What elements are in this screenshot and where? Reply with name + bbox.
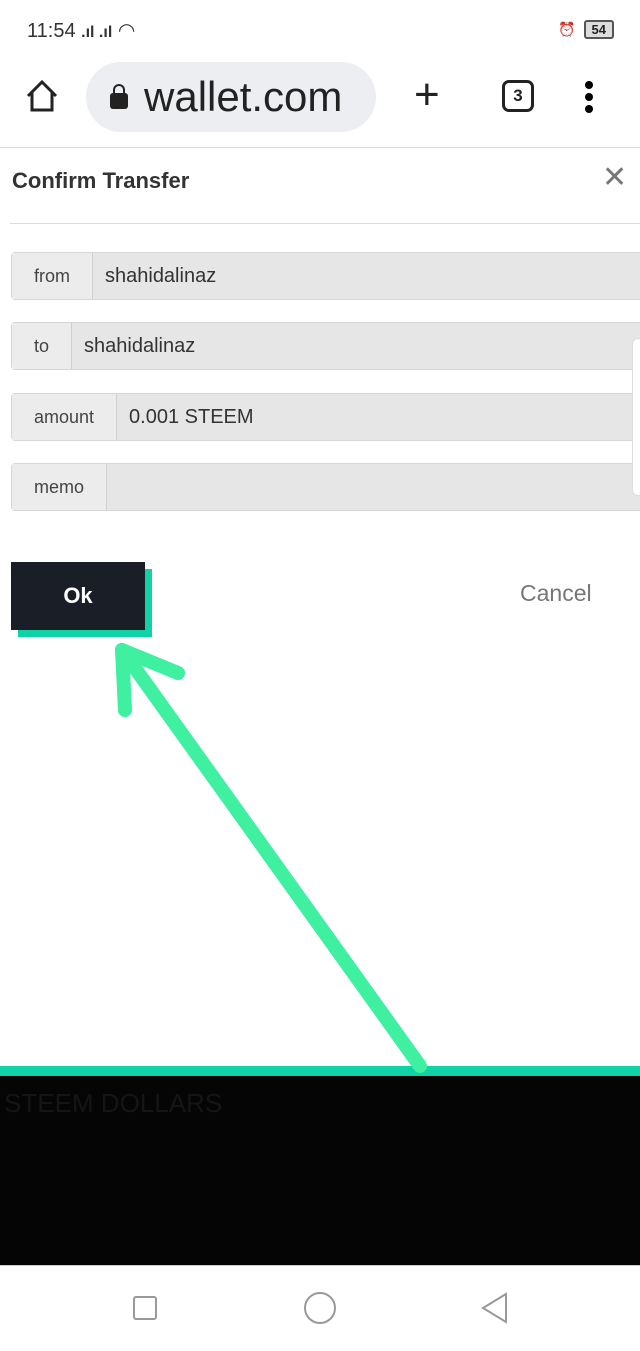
home-nav-icon[interactable] xyxy=(304,1292,336,1324)
annotation-arrow-icon xyxy=(115,643,427,1073)
back-icon[interactable] xyxy=(480,1292,508,1329)
system-nav-bar xyxy=(0,1265,640,1351)
recents-icon[interactable] xyxy=(133,1296,157,1320)
